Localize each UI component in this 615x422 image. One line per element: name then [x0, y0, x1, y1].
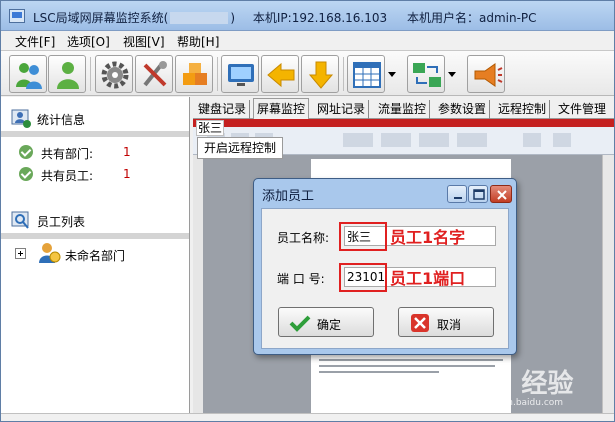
title-suffix: )	[230, 11, 236, 25]
window-title: LSC局域网屏幕监控系统() 本机IP:192.168.16.103 本机用户名…	[33, 9, 537, 26]
boxes-button[interactable]	[175, 55, 213, 93]
toolbar	[1, 50, 614, 96]
tools-button[interactable]	[135, 55, 173, 93]
captured-left-pane	[193, 155, 203, 413]
tools-icon	[143, 61, 167, 87]
employee-name-label: 员工名称:	[277, 231, 330, 245]
maximize-button[interactable]	[468, 185, 488, 203]
stats-user-icon	[11, 109, 31, 128]
window-grid-dropdown[interactable]	[386, 55, 398, 93]
menu-options[interactable]: 选项[O]	[67, 33, 110, 50]
user-icon	[57, 62, 79, 89]
tab-screen-monitor[interactable]: 屏幕监控	[253, 98, 310, 119]
port-label: 端 口 号:	[277, 272, 325, 286]
users-button[interactable]	[9, 55, 47, 93]
cancel-label: 取消	[437, 318, 462, 332]
window-grid-button[interactable]	[347, 55, 385, 93]
name-highlight-box	[339, 222, 387, 251]
port-highlight-box	[339, 263, 387, 292]
user-button[interactable]	[48, 55, 86, 93]
captured-scrollbar	[602, 155, 614, 413]
ip-label: 本机IP:192.168.16.103	[252, 11, 388, 25]
broadcast-button[interactable]	[467, 55, 505, 93]
users-icon	[16, 63, 42, 89]
menu-view[interactable]: 视图[V]	[123, 33, 165, 50]
stats-header: 统计信息	[1, 107, 189, 131]
user-label: 本机用户名：admin-PC	[406, 11, 537, 25]
stats-divider	[1, 131, 189, 137]
network-transfer-dropdown[interactable]	[446, 55, 458, 93]
check-icon	[19, 145, 33, 159]
menu-help[interactable]: 帮助[H]	[177, 33, 219, 50]
name-annotation: 员工1名字	[390, 228, 466, 247]
stat-label: 共有员工:	[41, 169, 94, 183]
sidebar: 统计信息 共有部门: 1 共有员工: 1 员工列表 未命名部门	[1, 97, 190, 413]
minimize-button[interactable]	[447, 185, 467, 203]
stat-value: 1	[123, 145, 131, 159]
title-bar: LSC局域网屏幕监控系统() 本机IP:192.168.16.103 本机用户名…	[1, 1, 614, 31]
blurred-title-part	[170, 12, 229, 24]
watermark-url: jingyan.baidu.com	[480, 398, 564, 408]
monitor-icon	[228, 64, 254, 86]
watermark: Bai 经验	[466, 369, 574, 399]
toolbar-separator	[90, 57, 91, 91]
department-icon	[39, 243, 61, 263]
app-icon	[9, 9, 25, 23]
ok-button[interactable]: 确定	[278, 307, 374, 337]
port-annotation: 员工1端口	[390, 269, 466, 288]
download-button[interactable]	[301, 55, 339, 93]
megaphone-icon	[474, 63, 503, 87]
tab-file-manager[interactable]: 文件管理	[555, 100, 609, 119]
toolbar-separator	[217, 57, 218, 91]
tab-traffic-monitor[interactable]: 流量监控	[375, 100, 431, 119]
checkmark-icon	[289, 315, 311, 332]
title-prefix: LSC局域网屏幕监控系统(	[33, 11, 169, 25]
monitored-user-tag[interactable]: 张三	[196, 120, 225, 136]
status-bar	[1, 413, 614, 421]
tab-url-log[interactable]: 网址记录	[314, 100, 370, 119]
back-button[interactable]	[261, 55, 299, 93]
settings-button[interactable]	[95, 55, 133, 93]
tab-settings[interactable]: 参数设置	[435, 100, 491, 119]
minimize-icon	[454, 197, 462, 199]
stat-label: 共有部门:	[41, 147, 94, 161]
arrow-left-icon	[267, 62, 295, 88]
cancel-button[interactable]: 取消	[398, 307, 494, 337]
network-transfer-icon	[413, 63, 441, 87]
network-transfer-button[interactable]	[407, 55, 445, 93]
stats-title: 统计信息	[37, 113, 86, 127]
start-remote-control-button[interactable]: 开启远程控制	[197, 137, 284, 159]
employee-search-icon	[11, 211, 29, 229]
employee-list-title: 员工列表	[37, 215, 86, 229]
add-employee-dialog: 添加员工 员工名称: 员工1名字 端 口 号: 员工1端口 确定 取消	[253, 178, 517, 355]
gear-icon	[101, 61, 129, 89]
dialog-title: 添加员工	[262, 189, 315, 204]
employee-list-divider	[1, 233, 189, 239]
dialog-body: 员工名称: 员工1名字 端 口 号: 员工1端口 确定 取消	[261, 208, 509, 349]
close-icon	[497, 190, 507, 200]
boxes-icon	[183, 63, 207, 85]
tab-keyboard-log[interactable]: 键盘记录	[195, 100, 251, 119]
arrow-down-icon	[308, 61, 334, 89]
close-button[interactable]	[490, 185, 512, 203]
menu-file[interactable]: 文件[F]	[15, 33, 55, 50]
tree-item-department[interactable]: 未命名部门	[65, 247, 125, 264]
captured-window-titlebar	[193, 119, 614, 127]
tree-expand-toggle[interactable]	[15, 248, 26, 259]
employee-list-header: 员工列表	[1, 209, 189, 233]
ok-label: 确定	[317, 318, 342, 332]
toolbar-separator	[343, 57, 344, 91]
tab-bar: 键盘记录 屏幕监控 网址记录 流量监控 参数设置 远程控制 文件管理	[193, 97, 614, 119]
menu-bar: 文件[F] 选项[O] 视图[V] 帮助[H]	[1, 31, 614, 49]
maximize-icon	[473, 189, 485, 200]
cancel-x-icon	[411, 314, 429, 332]
monitor-button[interactable]	[221, 55, 259, 93]
stat-value: 1	[123, 167, 131, 181]
check-icon	[19, 167, 33, 181]
grid-window-icon	[353, 62, 381, 88]
tab-remote-control[interactable]: 远程控制	[495, 100, 551, 119]
